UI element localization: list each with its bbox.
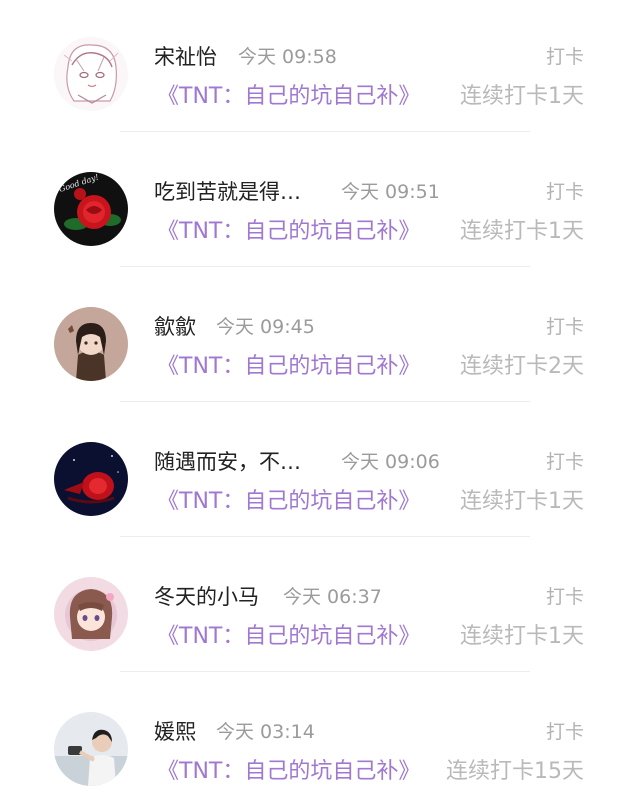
red-rose-avatar-icon[interactable]: Good day! [54, 172, 128, 246]
checkin-label: 打卡 [545, 721, 584, 743]
divider [120, 266, 530, 267]
photo-person-avatar-icon[interactable] [54, 712, 128, 786]
user-name[interactable]: 随遇而安，不… [154, 448, 301, 476]
streak-text: 连续打卡1天 [460, 489, 584, 514]
streak-text: 连续打卡1天 [460, 219, 584, 244]
group-link[interactable]: 《TNT：自己的坑自己补》 [157, 352, 420, 382]
pink-anime-avatar-icon[interactable] [54, 577, 128, 651]
checkin-time: 今天 09:45 [216, 316, 315, 338]
anime-girl-avatar-icon[interactable] [54, 307, 128, 381]
feed-item[interactable]: 宋祉怡 今天 09:58 打卡 《TNT：自己的坑自己补》 连续打卡1天 [0, 0, 640, 135]
checkin-time: 今天 03:14 [216, 721, 315, 743]
user-name[interactable]: 吃到苦就是得… [154, 178, 301, 206]
checkin-label: 打卡 [545, 586, 584, 608]
feed-item[interactable]: 媛熙 今天 03:14 打卡 《TNT：自己的坑自己补》 连续打卡15天 [0, 675, 640, 810]
user-name[interactable]: 歙歙 [154, 313, 196, 341]
feed-item[interactable]: Good day! 吃到苦就是得… 今天 09:51 打卡 《TNT：自己的坑自… [0, 135, 640, 270]
user-name[interactable]: 冬天的小马 [154, 583, 259, 611]
user-name[interactable]: 宋祉怡 [154, 43, 217, 71]
checkin-label: 打卡 [545, 451, 584, 473]
group-link[interactable]: 《TNT：自己的坑自己补》 [157, 217, 420, 247]
sketch-girl-avatar-icon[interactable] [54, 37, 128, 111]
checkin-feed: 宋祉怡 今天 09:58 打卡 《TNT：自己的坑自己补》 连续打卡1天 Goo… [0, 0, 640, 812]
streak-text: 连续打卡15天 [446, 759, 584, 784]
feed-item[interactable]: 随遇而安，不… 今天 09:06 打卡 《TNT：自己的坑自己补》 连续打卡1天 [0, 405, 640, 540]
divider [120, 671, 530, 672]
group-link[interactable]: 《TNT：自己的坑自己补》 [157, 757, 420, 787]
streak-text: 连续打卡1天 [460, 624, 584, 649]
group-link[interactable]: 《TNT：自己的坑自己补》 [157, 487, 420, 517]
streak-text: 连续打卡2天 [460, 354, 584, 379]
streak-text: 连续打卡1天 [460, 84, 584, 109]
divider [120, 536, 530, 537]
red-rose-night-avatar-icon[interactable] [54, 442, 128, 516]
checkin-label: 打卡 [545, 46, 584, 68]
checkin-time: 今天 09:58 [238, 46, 337, 68]
checkin-label: 打卡 [545, 181, 584, 203]
checkin-time: 今天 09:51 [341, 181, 440, 203]
group-link[interactable]: 《TNT：自己的坑自己补》 [157, 622, 420, 652]
checkin-label: 打卡 [545, 316, 584, 338]
checkin-time: 今天 09:06 [341, 451, 440, 473]
divider [120, 401, 530, 402]
group-link[interactable]: 《TNT：自己的坑自己补》 [157, 82, 420, 112]
checkin-time: 今天 06:37 [283, 586, 382, 608]
feed-item[interactable]: 歙歙 今天 09:45 打卡 《TNT：自己的坑自己补》 连续打卡2天 [0, 270, 640, 405]
feed-item[interactable]: 冬天的小马 今天 06:37 打卡 《TNT：自己的坑自己补》 连续打卡1天 [0, 540, 640, 675]
divider [120, 131, 530, 132]
user-name[interactable]: 媛熙 [154, 718, 196, 746]
